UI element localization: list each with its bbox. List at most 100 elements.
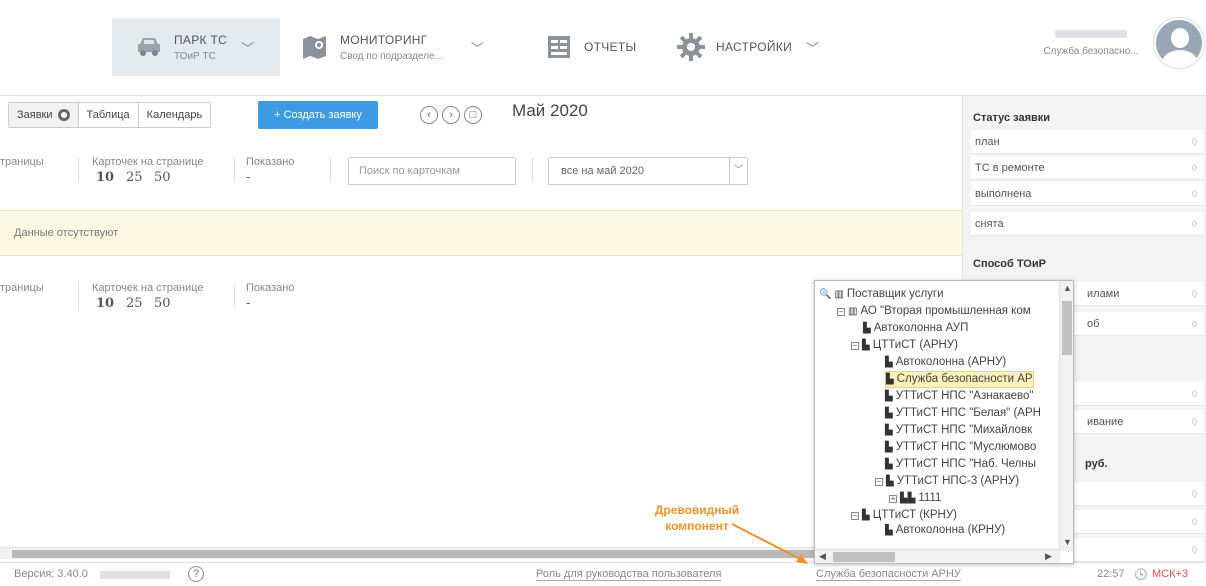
chevron-down-icon[interactable]: ﹀ xyxy=(806,38,819,57)
scroll-thumb[interactable] xyxy=(833,552,895,562)
period-select[interactable]: все на май 2020 ﹀ xyxy=(548,157,748,185)
status-label: выполнена xyxy=(975,188,1032,200)
cost-count: 0 xyxy=(1191,545,1197,555)
tree-node[interactable]: ▙ УТТиСТ НПС "Азнакаево" xyxy=(885,388,1034,405)
tree-node-label: ЦТТиСТ (АРНУ) xyxy=(872,339,958,351)
collapse-icon[interactable]: − xyxy=(837,307,845,316)
shown-value: - xyxy=(246,296,251,311)
collapse-icon[interactable]: − xyxy=(875,477,883,486)
org-unit-icon: ▙ xyxy=(885,408,893,419)
clock-time: 22:57 xyxy=(1097,568,1125,580)
scroll-right-icon[interactable]: ▶ xyxy=(1045,551,1052,562)
user-role: Служба безопасно... xyxy=(1043,46,1139,57)
divider xyxy=(78,158,79,182)
tree-component: 🔍 ▥ Поставщик услуги − ▥ АО "Вторая промыш… xyxy=(814,280,1074,564)
tree-node[interactable]: ▙ УТТиСТ НПС "Муслюмово xyxy=(885,439,1036,456)
page-size-25[interactable]: 25 xyxy=(126,170,143,185)
status-filter-item[interactable]: выполнена 0 xyxy=(971,182,1203,206)
org-unit-icon: ▙ xyxy=(886,476,894,487)
page-size-10[interactable]: 10 xyxy=(96,296,114,311)
annotation-label: Древовидный компонент xyxy=(654,503,740,533)
tree-node[interactable]: − ▙ ЦТТиСТ (КРНУ) xyxy=(851,507,957,524)
tree-node[interactable]: ▙ УТТиСТ НПС "Михайловк xyxy=(885,422,1032,439)
tree-node[interactable]: ▙ Автоколонна (АРНУ) xyxy=(885,354,1006,371)
org-unit-icon: ▙▙ xyxy=(900,493,916,504)
create-request-button[interactable]: + Создать заявку xyxy=(258,101,378,129)
prev-month-button[interactable]: ‹ xyxy=(420,106,438,124)
tree-node[interactable]: − ▥ АО "Вторая промышленная ком xyxy=(837,303,1031,320)
tree-horizontal-scrollbar[interactable]: ◀ ▶ xyxy=(815,549,1061,563)
scroll-thumb[interactable] xyxy=(1062,301,1072,355)
search-icon[interactable]: 🔍 xyxy=(819,286,831,303)
avatar[interactable] xyxy=(1154,18,1204,68)
tree-node[interactable]: + ▙▙ 1111 xyxy=(889,490,941,507)
nav-settings[interactable]: НАСТРОЙКИ ﹀ xyxy=(676,20,819,74)
tab-calendar[interactable]: Календарь xyxy=(139,103,211,127)
today-button[interactable]: □ xyxy=(464,106,482,124)
tree-node-label: УТТиСТ НПС "Муслюмово xyxy=(895,441,1037,453)
org-unit-icon: ▙ xyxy=(862,340,870,351)
page-size-10[interactable]: 10 xyxy=(96,170,114,185)
tab-requests[interactable]: Заявки xyxy=(9,103,79,127)
status-count: 0 xyxy=(1191,163,1197,173)
help-button[interactable]: ? xyxy=(188,566,204,582)
tree-node[interactable]: ▙ УТТиСТ НПС "Наб. Челны xyxy=(885,456,1036,473)
tab-calendar-label: Календарь xyxy=(146,109,203,121)
tree-root[interactable]: 🔍 ▥ Поставщик услуги xyxy=(819,286,944,303)
gear-icon xyxy=(677,33,705,61)
scroll-down-icon[interactable]: ▼ xyxy=(1063,537,1072,547)
pages-label: траницы xyxy=(0,282,44,294)
org-unit-icon: ▙ xyxy=(885,391,893,402)
next-month-button[interactable]: › xyxy=(442,106,460,124)
tree-node-label: ЦТТиСТ (КРНУ) xyxy=(872,509,957,521)
period-select-value: все на май 2020 xyxy=(561,165,644,177)
status-count: 0 xyxy=(1191,189,1197,199)
tree-node-label: Служба безопасности АР xyxy=(896,373,1033,385)
scroll-left-icon[interactable]: ◀ xyxy=(819,551,826,562)
tab-table[interactable]: Таблица xyxy=(79,103,139,127)
org-unit-icon: ▙ xyxy=(885,459,893,470)
shown-label: Показано xyxy=(246,282,295,294)
expand-icon[interactable]: + xyxy=(889,494,897,503)
tree-node[interactable]: − ▙ ЦТТиСТ (АРНУ) xyxy=(851,337,958,354)
tab-table-label: Таблица xyxy=(86,109,130,121)
tree-node[interactable]: ▙ УТТиСТ НПС "Белая" (АРН xyxy=(885,405,1041,422)
redacted-info xyxy=(100,571,170,579)
org-unit-icon: ▙ xyxy=(885,425,893,436)
building-icon: ▥ xyxy=(848,306,858,317)
tree-node[interactable]: − ▙ УТТиСТ НПС-3 (АРНУ) xyxy=(875,473,1019,490)
shown-label: Показано xyxy=(246,156,295,168)
nav-monitoring[interactable]: МОНИТОРИНГ Свод по подразделе... ﹀ xyxy=(300,20,484,74)
status-filter-item[interactable]: снята 0 xyxy=(971,212,1203,236)
scroll-up-icon[interactable]: ▲ xyxy=(1063,283,1072,293)
chevron-down-icon[interactable]: ﹀ xyxy=(471,38,484,57)
tree-node-label: Автоколонна (КРНУ) xyxy=(895,524,1006,536)
tree-vertical-scrollbar[interactable]: ▲ ▼ xyxy=(1059,281,1073,551)
tree-node[interactable]: ▙ Автоколонна (КРНУ) xyxy=(885,524,1005,536)
tree-node[interactable]: ▙ Автоколонна АУП xyxy=(863,320,968,337)
tree-node-selected[interactable]: ▙ Служба безопасности АР xyxy=(885,371,1034,388)
nav-park-sub: ТОиР ТС xyxy=(174,50,216,62)
status-filter-item[interactable]: план 0 xyxy=(971,130,1203,154)
current-role[interactable]: Служба безопасности АРНУ xyxy=(816,568,961,581)
nav-reports[interactable]: ОТЧЕТЫ xyxy=(544,20,636,74)
page-size-50[interactable]: 50 xyxy=(154,296,171,311)
collapse-icon[interactable]: − xyxy=(851,341,859,350)
tree-node-label: Автоколонна АУП xyxy=(873,322,969,334)
timezone-label: МСК+3 xyxy=(1152,568,1189,580)
divider xyxy=(78,284,79,308)
page-size-50[interactable]: 50 xyxy=(154,170,171,185)
org-unit-icon: ▙ xyxy=(863,323,871,334)
user-menu[interactable]: Служба безопасно... xyxy=(1028,30,1154,70)
page-size-25[interactable]: 25 xyxy=(126,296,143,311)
tab-requests-label: Заявки xyxy=(17,109,53,121)
cost-count: 0 xyxy=(1191,489,1197,499)
collapse-icon[interactable]: − xyxy=(851,511,859,520)
nav-park-ts[interactable]: ПАРК ТС ТОиР ТС ﹀ xyxy=(112,18,280,76)
chevron-down-icon[interactable]: ﹀ xyxy=(241,38,254,57)
chevron-down-icon: ﹀ xyxy=(729,158,747,184)
search-input[interactable]: Поиск по карточкам xyxy=(348,157,516,185)
divider xyxy=(330,158,331,182)
role-guide-link[interactable]: Роль для руководства пользователя xyxy=(536,568,722,581)
status-filter-item[interactable]: ТС в ремонте 0 xyxy=(971,156,1203,180)
